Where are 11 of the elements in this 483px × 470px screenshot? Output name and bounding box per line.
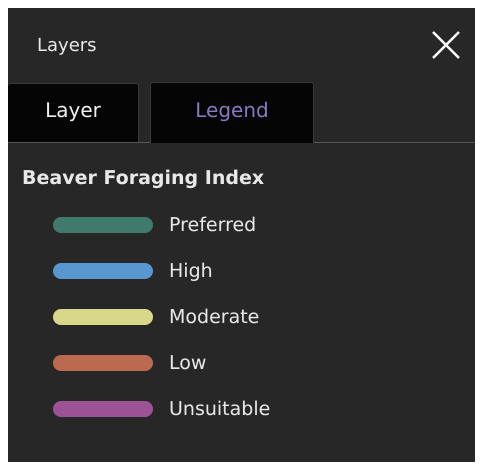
legend-label: Preferred	[169, 214, 256, 236]
legend-title: Beaver Foraging Index	[22, 167, 266, 189]
legend-label: Low	[169, 352, 206, 374]
legend-label: Unsuitable	[169, 398, 270, 420]
close-icon	[431, 30, 461, 60]
tab[interactable]: Legend	[150, 82, 314, 143]
legend-label: High	[169, 260, 213, 282]
legend-label: Moderate	[169, 306, 260, 328]
close-button[interactable]	[431, 30, 461, 60]
panel-title: Layers	[37, 34, 97, 56]
tab[interactable]: Layer	[8, 83, 139, 142]
